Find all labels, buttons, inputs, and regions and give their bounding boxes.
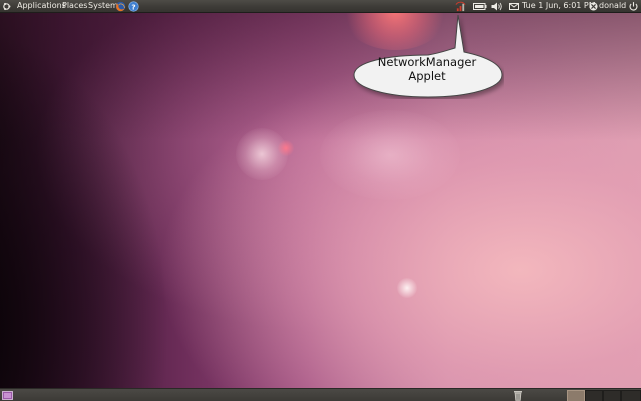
bottom-panel — [0, 388, 641, 401]
power-icon[interactable] — [628, 1, 639, 12]
system-menu[interactable]: System — [88, 0, 118, 12]
workspace-4[interactable] — [621, 390, 641, 401]
callout-line: NetworkManager — [377, 55, 477, 69]
battery-icon[interactable] — [473, 3, 487, 10]
workspace-3[interactable] — [603, 390, 621, 401]
top-panel: Applications Places System ? Tue 1 Jun, … — [0, 0, 641, 13]
network-icon[interactable] — [455, 1, 466, 12]
mail-icon[interactable] — [509, 3, 519, 10]
places-menu[interactable]: Places — [62, 0, 87, 12]
workspace-1[interactable] — [567, 390, 585, 401]
desktop[interactable]: Applications Places System ? Tue 1 Jun, … — [0, 0, 641, 401]
applications-menu[interactable]: Applications — [17, 0, 66, 12]
user-menu[interactable]: donald — [599, 0, 626, 12]
help-icon[interactable]: ? — [128, 1, 139, 12]
volume-icon[interactable] — [491, 2, 503, 11]
show-desktop-icon[interactable] — [2, 391, 13, 400]
user-icon[interactable] — [589, 2, 598, 11]
callout-text: NetworkManager Applet — [352, 55, 502, 83]
clock[interactable]: Tue 1 Jun, 6:01 PM — [522, 0, 596, 12]
firefox-icon[interactable] — [115, 1, 126, 12]
workspace-2[interactable] — [585, 390, 603, 401]
ubuntu-logo-icon[interactable] — [2, 2, 11, 11]
trash-icon[interactable] — [513, 390, 523, 401]
svg-text:?: ? — [131, 2, 135, 11]
wallpaper-shading — [0, 0, 641, 401]
callout-line: Applet — [408, 69, 446, 83]
